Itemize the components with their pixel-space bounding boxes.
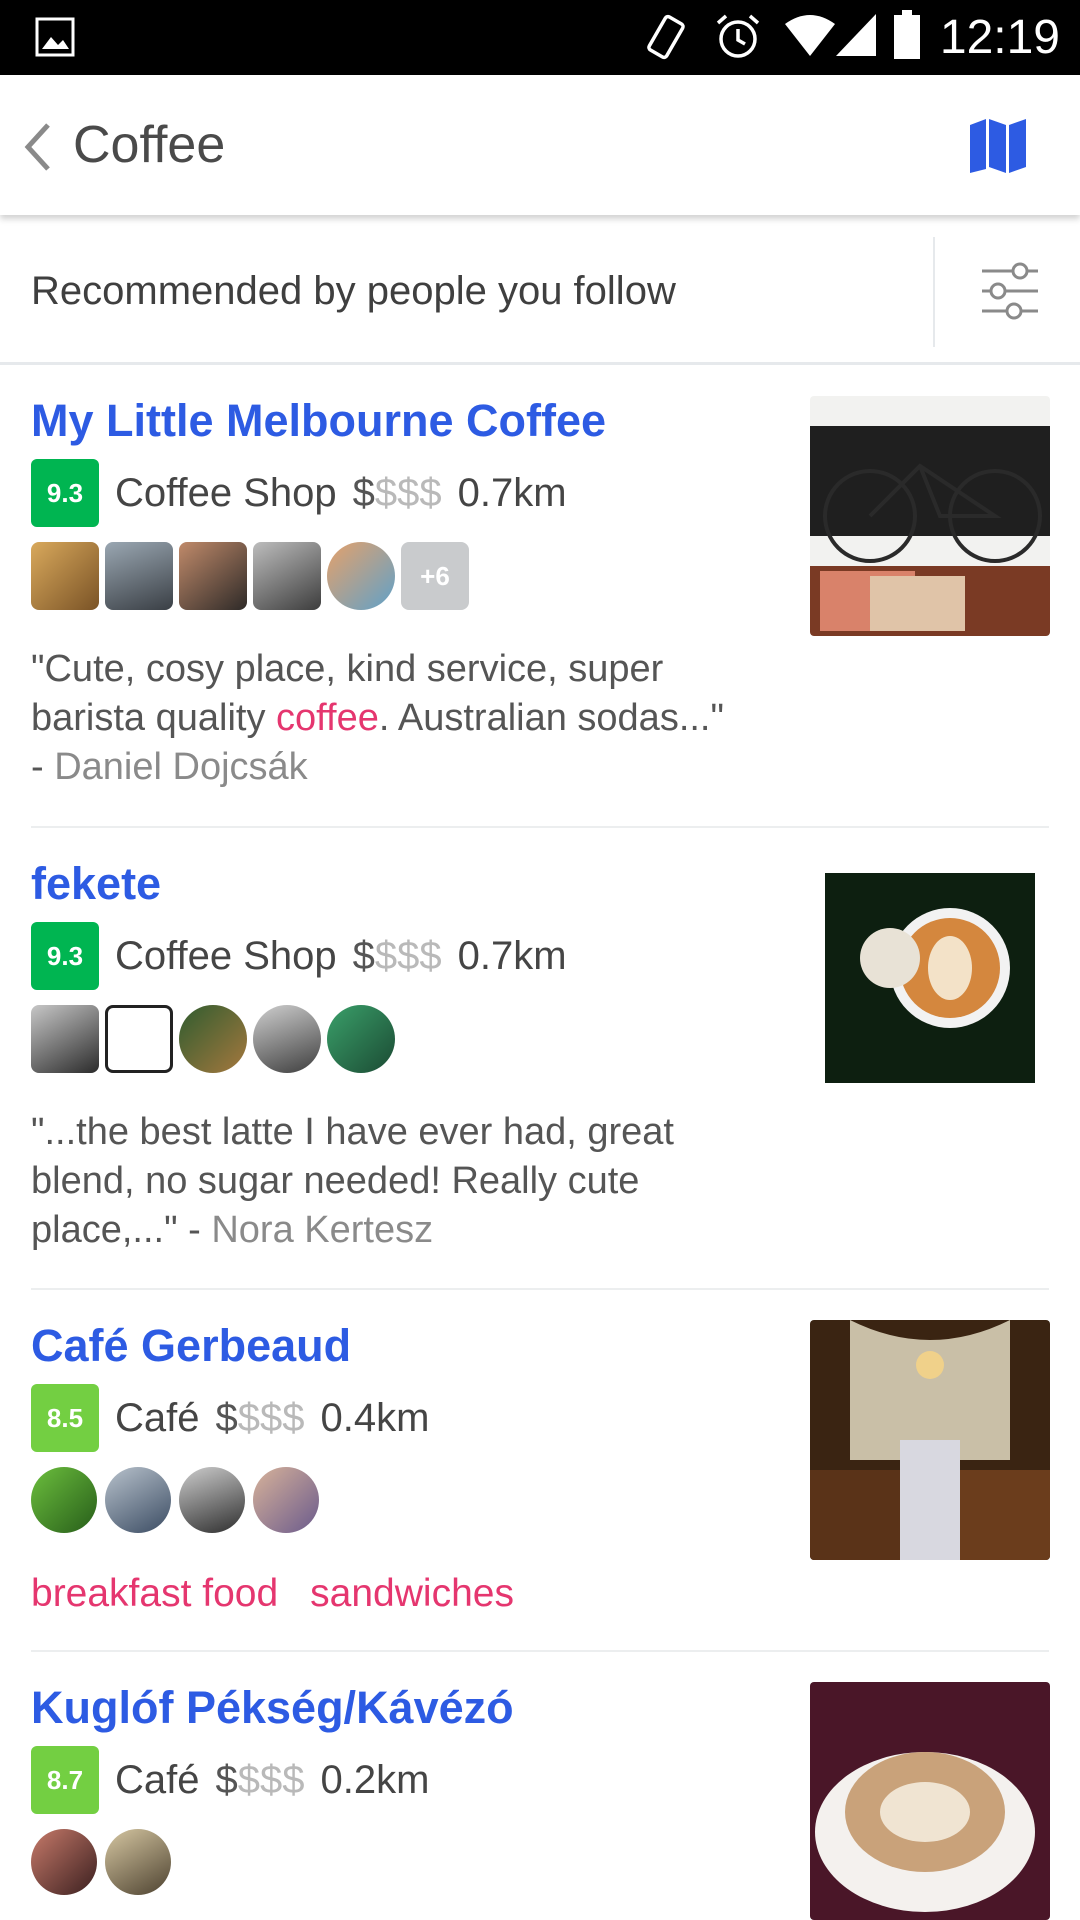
- avatar: [31, 542, 99, 610]
- back-chevron-icon[interactable]: [18, 119, 58, 175]
- avatar: [105, 1467, 171, 1533]
- venue-name[interactable]: My Little Melbourne Coffee: [31, 395, 606, 447]
- score-badge: 9.3: [31, 922, 99, 990]
- signal-icon: [836, 14, 876, 56]
- status-time: 12:19: [939, 11, 1060, 64]
- venue-card[interactable]: fekete 9.3 Coffee Shop $$$$ 0.7km "...th…: [0, 828, 1080, 1290]
- follower-avatars[interactable]: [31, 1005, 395, 1073]
- filter-label[interactable]: Recommended by people you follow: [31, 269, 676, 314]
- avatar: [31, 1005, 99, 1073]
- avatar: [327, 1005, 395, 1073]
- price-tier: $$$$: [215, 1757, 305, 1802]
- venue-tip: "Cute, cosy place, kind service, super b…: [31, 648, 724, 788]
- avatar: [179, 1005, 247, 1073]
- venue-distance: 0.2km: [320, 1757, 430, 1802]
- follower-avatars[interactable]: [31, 1467, 319, 1535]
- price-tier: $$$$: [215, 1395, 305, 1440]
- tag[interactable]: sandwiches: [310, 1572, 514, 1616]
- page-title: Coffee: [73, 116, 226, 174]
- score-badge: 8.7: [31, 1746, 99, 1814]
- tag[interactable]: breakfast food: [31, 1572, 278, 1616]
- battery-icon: [894, 10, 920, 59]
- avatar: [253, 1005, 321, 1073]
- alarm-icon: [716, 14, 760, 58]
- venue-distance: 0.7km: [457, 933, 567, 978]
- rotate-icon: [647, 14, 685, 60]
- avatar: [105, 542, 173, 610]
- venue-card[interactable]: Kuglóf Pékség/Kávézó 8.7 Café $$$$ 0.2km: [0, 1652, 1080, 1920]
- venue-photo[interactable]: [825, 873, 1035, 1083]
- avatar: [105, 1005, 173, 1073]
- avatar: [31, 1829, 97, 1895]
- venue-photo[interactable]: [810, 1682, 1050, 1920]
- venue-category: Coffee Shop: [115, 933, 337, 978]
- avatar: [179, 1467, 245, 1533]
- price-tier: $$$$: [352, 933, 442, 978]
- venue-name[interactable]: Kuglóf Pékség/Kávézó: [31, 1682, 514, 1734]
- venue-meta: 9.3 Coffee Shop $$$$ 0.7km: [31, 922, 567, 990]
- score-badge: 9.3: [31, 459, 99, 527]
- venue-category: Café: [115, 1757, 200, 1802]
- venue-category: Café: [115, 1395, 200, 1440]
- avatar: [327, 542, 395, 610]
- venue-tip: "...the best latte I have ever had, grea…: [31, 1111, 674, 1251]
- avatar: [105, 1829, 171, 1895]
- venue-card[interactable]: My Little Melbourne Coffee 9.3 Coffee Sh…: [0, 365, 1080, 828]
- avatar: [179, 542, 247, 610]
- follower-avatars[interactable]: +6: [31, 542, 469, 610]
- venue-name[interactable]: Café Gerbeaud: [31, 1320, 351, 1372]
- venue-meta: 8.5 Café $$$$ 0.4km: [31, 1384, 429, 1452]
- venue-card[interactable]: Café Gerbeaud 8.5 Café $$$$ 0.4km breakf…: [0, 1290, 1080, 1652]
- more-followers-badge[interactable]: +6: [401, 542, 469, 610]
- avatar: [253, 1467, 319, 1533]
- venue-meta: 9.3 Coffee Shop $$$$ 0.7km: [31, 459, 567, 527]
- avatar: [31, 1467, 97, 1533]
- image-icon: [35, 17, 75, 57]
- filter-bar: Recommended by people you follow: [0, 219, 1080, 365]
- sliders-icon[interactable]: [980, 259, 1040, 323]
- venue-tags: breakfast food sandwiches: [31, 1572, 514, 1616]
- app-bar: Coffee: [0, 75, 1080, 215]
- follower-avatars[interactable]: [31, 1829, 171, 1897]
- venue-meta: 8.7 Café $$$$ 0.2km: [31, 1746, 429, 1814]
- price-tier: $$$$: [352, 470, 442, 515]
- venue-name[interactable]: fekete: [31, 858, 161, 910]
- filter-divider: [933, 237, 935, 347]
- venue-distance: 0.7km: [457, 470, 567, 515]
- status-bar: 12:19: [0, 0, 1080, 75]
- venue-category: Coffee Shop: [115, 470, 337, 515]
- venue-distance: 0.4km: [320, 1395, 430, 1440]
- wifi-icon: [785, 15, 835, 56]
- avatar: [253, 542, 321, 610]
- score-badge: 8.5: [31, 1384, 99, 1452]
- map-icon[interactable]: [968, 115, 1028, 175]
- venue-photo[interactable]: [810, 1320, 1050, 1560]
- venue-photo[interactable]: [810, 396, 1050, 636]
